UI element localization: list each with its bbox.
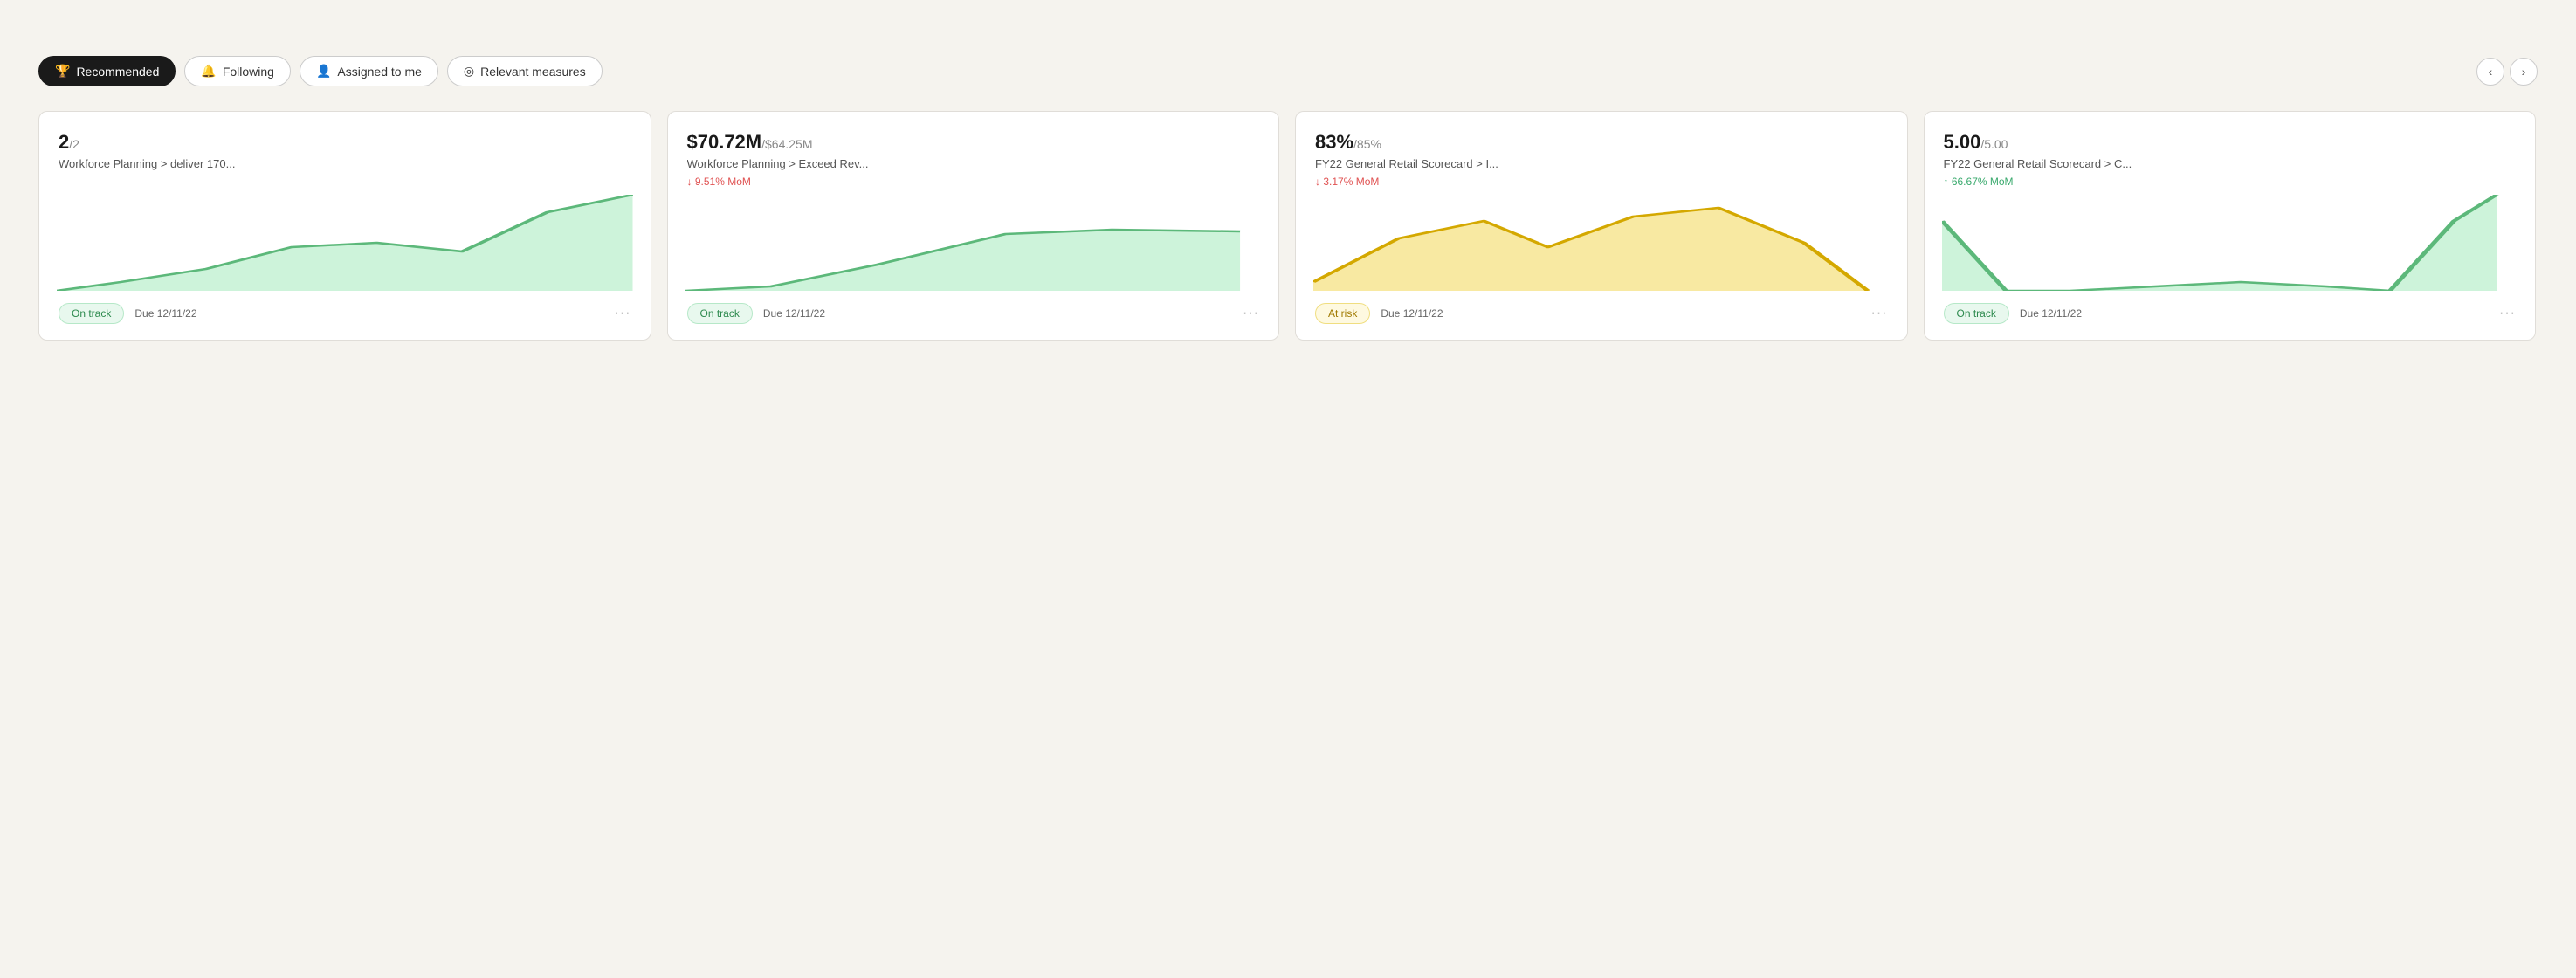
- tab-icon-recommended: 🏆: [55, 64, 70, 79]
- card-status-badge: On track: [59, 303, 124, 324]
- card-mom: ↓ 3.17% MoM: [1315, 176, 1888, 188]
- card-chart-area: [57, 191, 633, 291]
- next-arrow[interactable]: ›: [2510, 58, 2538, 86]
- tab-label-recommended: Recommended: [76, 65, 159, 79]
- card-chart: [1313, 195, 1890, 291]
- card-due: Due 12/11/22: [763, 307, 825, 320]
- card-more-button[interactable]: ···: [1243, 306, 1259, 321]
- tab-btn-relevant[interactable]: ◎ Relevant measures: [447, 56, 603, 86]
- card-chart: [57, 195, 633, 291]
- card-value-row: $70.72M/$64.25M: [687, 131, 1260, 154]
- nav-arrows: ‹ ›: [2476, 58, 2538, 86]
- card-due: Due 12/11/22: [134, 307, 196, 320]
- cards-container: 2/2 Workforce Planning > deliver 170... …: [38, 111, 2538, 341]
- tab-btn-following[interactable]: 🔔 Following: [184, 56, 291, 86]
- card-chart-area: [685, 195, 1262, 291]
- card-chart: [1942, 195, 2518, 291]
- card-chart-area: [1942, 195, 2518, 291]
- card-more-button[interactable]: ···: [615, 306, 631, 321]
- card-due: Due 12/11/22: [2020, 307, 2082, 320]
- card-value-main: 83%: [1315, 131, 1353, 154]
- card-status-badge: On track: [687, 303, 753, 324]
- card-title: Workforce Planning > deliver 170...: [59, 157, 631, 170]
- card-more-button[interactable]: ···: [2499, 306, 2516, 321]
- card-title: FY22 General Retail Scorecard > I...: [1315, 157, 1888, 170]
- card-mom: ↓ 9.51% MoM: [687, 176, 1260, 188]
- card-status-badge: At risk: [1315, 303, 1370, 324]
- card-chart: [685, 195, 1262, 291]
- card-footer: At risk Due 12/11/22 ···: [1315, 303, 1888, 324]
- card-mom: ↑ 66.67% MoM: [1944, 176, 2517, 188]
- tab-label-following: Following: [223, 65, 274, 79]
- tab-btn-recommended[interactable]: 🏆 Recommended: [38, 56, 176, 86]
- tab-icon-relevant: ◎: [464, 64, 474, 79]
- card-footer: On track Due 12/11/22 ···: [1944, 303, 2517, 324]
- card-value-sub: /2: [69, 137, 79, 151]
- tab-btn-assigned[interactable]: 👤 Assigned to me: [300, 56, 438, 86]
- scorecard-card-card1[interactable]: 2/2 Workforce Planning > deliver 170... …: [38, 111, 651, 341]
- card-value-row: 2/2: [59, 131, 631, 154]
- card-footer: On track Due 12/11/22 ···: [59, 303, 631, 324]
- card-chart-area: [1313, 195, 1890, 291]
- card-footer: On track Due 12/11/22 ···: [687, 303, 1260, 324]
- prev-arrow[interactable]: ‹: [2476, 58, 2504, 86]
- card-value-sub: /$64.25M: [761, 137, 812, 151]
- scorecard-card-card2[interactable]: $70.72M/$64.25M Workforce Planning > Exc…: [667, 111, 1280, 341]
- scorecard-card-card4[interactable]: 5.00/5.00 FY22 General Retail Scorecard …: [1924, 111, 2537, 341]
- card-more-button[interactable]: ···: [1871, 306, 1888, 321]
- tab-label-assigned: Assigned to me: [337, 65, 422, 79]
- card-value-row: 5.00/5.00: [1944, 131, 2517, 154]
- card-due: Due 12/11/22: [1381, 307, 1443, 320]
- card-title: FY22 General Retail Scorecard > C...: [1944, 157, 2517, 170]
- tab-icon-assigned: 👤: [316, 64, 331, 79]
- card-value-sub: /85%: [1353, 137, 1381, 151]
- card-value-main: $70.72M: [687, 131, 762, 154]
- scorecard-card-card3[interactable]: 83%/85% FY22 General Retail Scorecard > …: [1295, 111, 1908, 341]
- tab-icon-following: 🔔: [201, 64, 216, 79]
- tab-label-relevant: Relevant measures: [480, 65, 586, 79]
- card-title: Workforce Planning > Exceed Rev...: [687, 157, 1260, 170]
- card-value-row: 83%/85%: [1315, 131, 1888, 154]
- card-status-badge: On track: [1944, 303, 2009, 324]
- card-value-main: 2: [59, 131, 69, 154]
- card-value-sub: /5.00: [1980, 137, 2008, 151]
- card-value-main: 5.00: [1944, 131, 1981, 154]
- tabs-row: 🏆 Recommended 🔔 Following 👤 Assigned to me ◎ Re…: [38, 56, 2538, 86]
